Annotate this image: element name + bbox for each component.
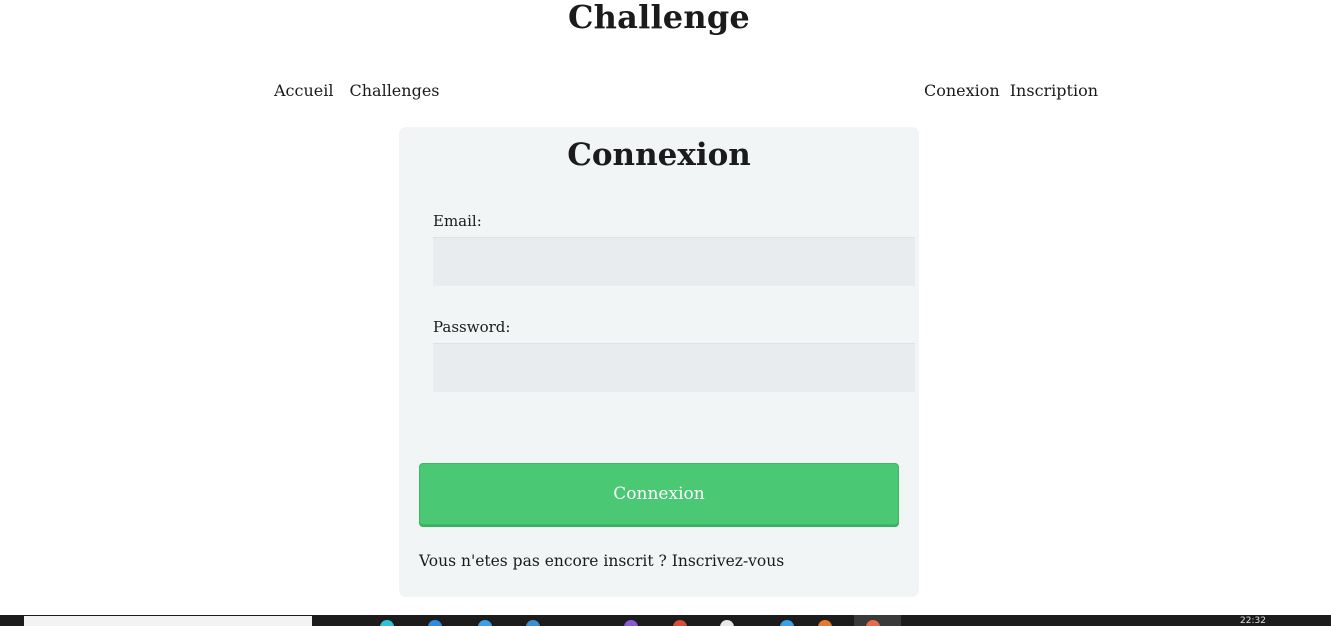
vscode-icon[interactable] <box>526 620 540 626</box>
signup-prompt: Vous n'etes pas encore inscrit ? Inscriv… <box>419 552 784 570</box>
firefox-icon[interactable] <box>624 620 638 626</box>
app-icon[interactable] <box>818 620 832 626</box>
taskbar-clock[interactable]: 22:32 <box>1240 616 1266 626</box>
taskbar-search-box[interactable] <box>24 616 312 626</box>
edge-icon[interactable] <box>380 620 394 626</box>
main-nav: Accueil Challenges <box>274 81 456 101</box>
site-title: Challenge <box>568 0 750 36</box>
password-input[interactable] <box>433 343 915 392</box>
signup-link[interactable]: Inscrivez-vous <box>672 552 784 570</box>
signup-prompt-text: Vous n'etes pas encore inscrit ? <box>419 552 667 570</box>
nav-link-accueil[interactable]: Accueil <box>274 81 333 100</box>
taskbar: 22:32 <box>0 615 1331 626</box>
mail-icon[interactable] <box>720 620 734 626</box>
explorer-icon[interactable] <box>478 620 492 626</box>
login-card: Connexion Email: Password: Connexion Vou… <box>399 127 919 597</box>
login-submit-button[interactable]: Connexion <box>419 463 899 525</box>
folder-icon[interactable] <box>780 620 794 626</box>
email-label: Email: <box>433 212 482 230</box>
chrome-icon[interactable] <box>673 620 687 626</box>
nav-link-conexion[interactable]: Conexion <box>924 81 1000 100</box>
nav-link-challenges[interactable]: Challenges <box>349 81 439 100</box>
store-icon[interactable] <box>428 620 442 626</box>
password-label: Password: <box>433 318 511 336</box>
login-title: Connexion <box>567 137 751 173</box>
auth-nav: Conexion Inscription <box>924 81 1108 101</box>
email-input[interactable] <box>433 237 915 286</box>
nav-link-inscription[interactable]: Inscription <box>1010 81 1098 100</box>
